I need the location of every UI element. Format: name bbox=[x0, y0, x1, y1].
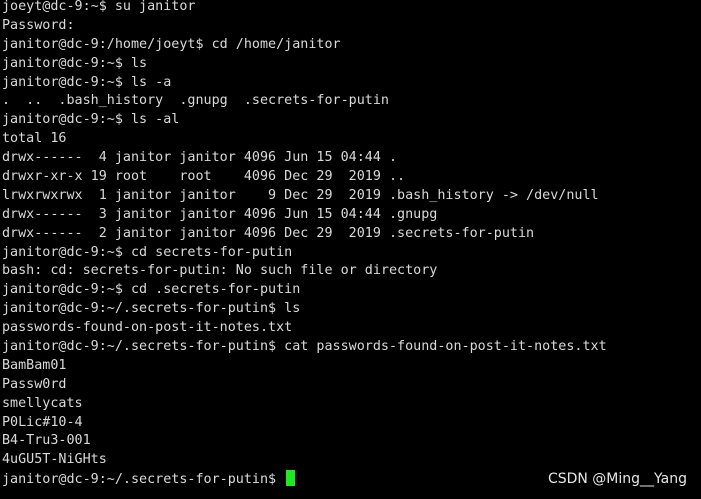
terminal-line: Passw0rd bbox=[2, 376, 67, 392]
terminal-line: janitor@dc-9:~/.secrets-for-putin$ cat p… bbox=[2, 339, 607, 355]
terminal-line: smellycats bbox=[2, 395, 83, 411]
terminal-line: total 16 bbox=[2, 131, 67, 147]
terminal-line: . .. .bash_history .gnupg .secrets-for-p… bbox=[2, 93, 389, 109]
terminal-line: janitor@dc-9:~/.secrets-for-putin$ ls bbox=[2, 301, 301, 317]
terminal-line: janitor@dc-9:~$ cd .secrets-for-putin bbox=[2, 282, 301, 298]
terminal-line: drwx------ 2 janitor janitor 4096 Dec 29… bbox=[2, 225, 535, 241]
terminal-cursor[interactable] bbox=[286, 470, 296, 487]
terminal-window[interactable]: joeyt@dc-9:~$ su janitor Password: janit… bbox=[0, 0, 701, 499]
terminal-line: lrwxrwxrwx 1 janitor janitor 9 Dec 29 20… bbox=[2, 187, 599, 203]
terminal-line: janitor@dc-9:~$ ls -al bbox=[2, 112, 180, 128]
terminal-line: janitor@dc-9:/home/joeyt$ cd /home/janit… bbox=[2, 36, 341, 52]
terminal-line: B4-Tru3-001 bbox=[2, 433, 91, 449]
terminal-line: joeyt@dc-9:~$ su janitor bbox=[2, 0, 196, 14]
terminal-line: drwx------ 4 janitor janitor 4096 Jun 15… bbox=[2, 150, 398, 166]
terminal-line: P0Lic#10-4 bbox=[2, 414, 83, 430]
terminal-line: drwx------ 3 janitor janitor 4096 Jun 15… bbox=[2, 206, 438, 222]
terminal-line: Password: bbox=[2, 17, 75, 33]
watermark: CSDN @Ming__Yang bbox=[547, 471, 687, 487]
shell-prompt: janitor@dc-9:~/.secrets-for-putin$ bbox=[2, 472, 285, 488]
terminal-line: drwxr-xr-x 19 root root 4096 Dec 29 2019… bbox=[2, 169, 406, 185]
terminal-line: passwords-found-on-post-it-notes.txt bbox=[2, 320, 293, 336]
terminal-line: 4uGU5T-NiGHts bbox=[2, 452, 107, 468]
terminal-line: BamBam01 bbox=[2, 357, 67, 373]
terminal-line: bash: cd: secrets-for-putin: No such fil… bbox=[2, 263, 438, 279]
terminal-line: janitor@dc-9:~$ ls bbox=[2, 55, 148, 71]
terminal-line: janitor@dc-9:~$ ls -a bbox=[2, 74, 172, 90]
terminal-line: janitor@dc-9:~$ cd secrets-for-putin bbox=[2, 244, 293, 260]
